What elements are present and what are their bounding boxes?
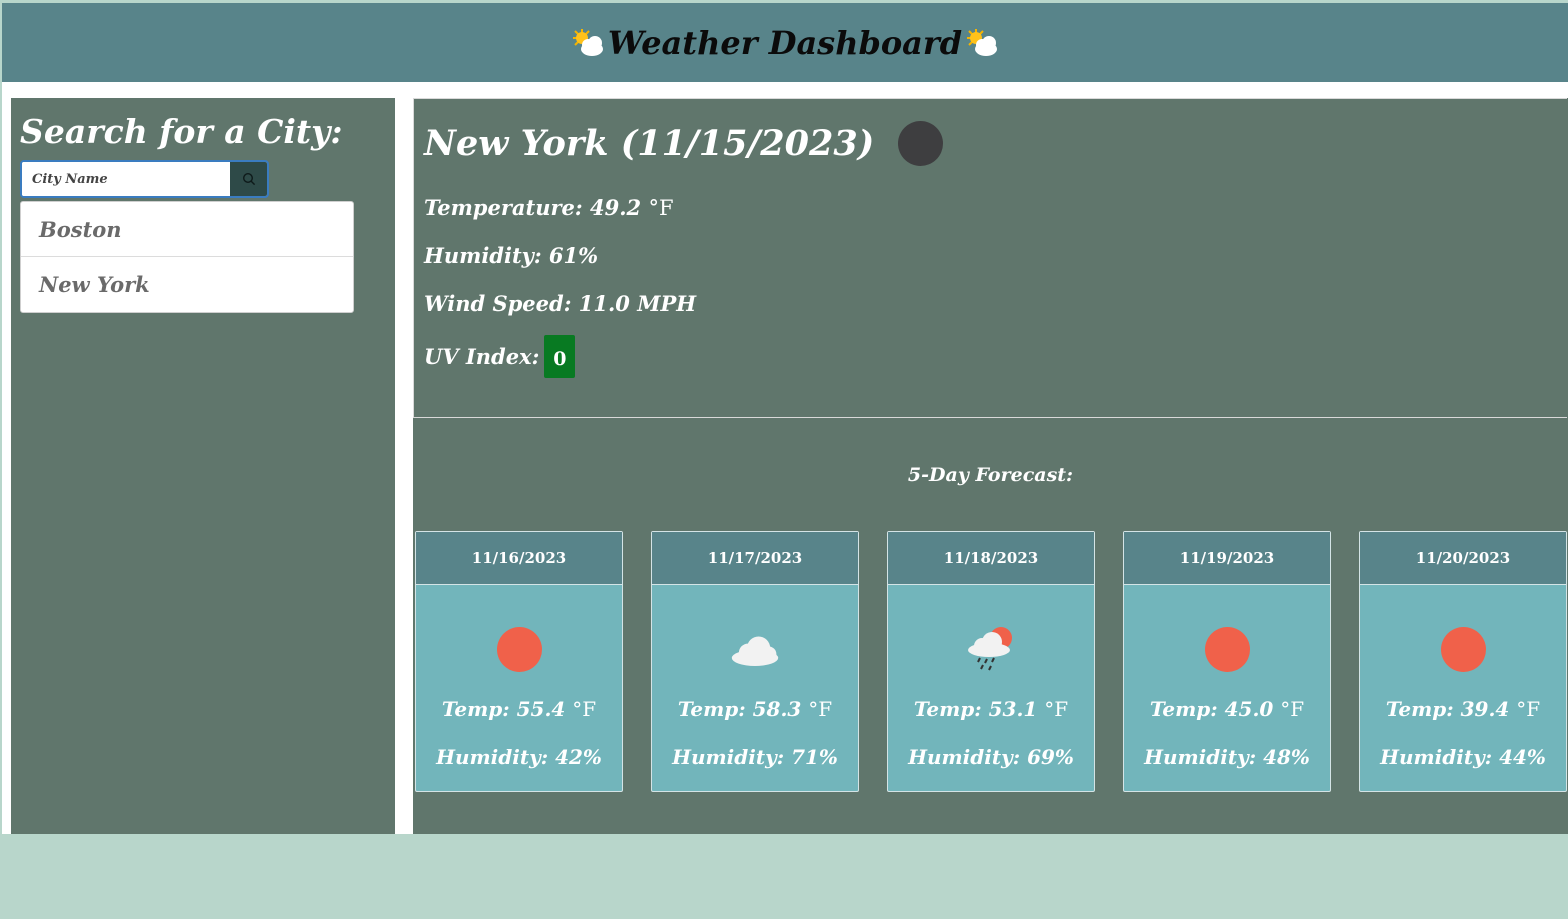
forecast-temp: Temp: 39.4 °F bbox=[1360, 697, 1566, 721]
forecast-humidity: Humidity: 69% bbox=[908, 745, 1074, 769]
current-temperature: Temperature: 49.2 °F bbox=[424, 195, 674, 220]
clear-sun-icon bbox=[494, 624, 544, 674]
forecast-temp-value: Temp: 55.4 bbox=[441, 697, 566, 721]
current-city-row: New York (11/15/2023) bbox=[424, 121, 944, 166]
history-item-new-york[interactable]: New York bbox=[21, 257, 353, 312]
forecast-card: 11/18/2023 Temp: 53.1 °F Humidity: 69% bbox=[887, 531, 1095, 792]
main-panel: New York (11/15/2023) Temperature: 49.2 … bbox=[413, 98, 1568, 834]
current-weather: New York (11/15/2023) Temperature: 49.2 … bbox=[413, 98, 1567, 418]
app-title: Weather Dashboard bbox=[570, 24, 1000, 62]
clear-sun-icon bbox=[1202, 624, 1252, 674]
forecast-temp: Temp: 55.4 °F bbox=[416, 697, 622, 721]
temp-unit: °F bbox=[1044, 697, 1069, 721]
forecast-temp: Temp: 53.1 °F bbox=[888, 697, 1094, 721]
app-title-text: Weather Dashboard bbox=[607, 23, 963, 62]
header: Weather Dashboard bbox=[2, 3, 1568, 82]
sun-behind-cloud-icon bbox=[964, 27, 1000, 59]
forecast-date: 11/18/2023 bbox=[888, 532, 1094, 585]
forecast-humidity: Humidity: 71% bbox=[672, 745, 838, 769]
clear-night-icon bbox=[898, 121, 944, 166]
clear-sun-icon bbox=[1438, 624, 1488, 674]
forecast-humidity: Humidity: 48% bbox=[1144, 745, 1310, 769]
temp-unit: °F bbox=[808, 697, 833, 721]
forecast-temp-value: Temp: 53.1 bbox=[913, 697, 1038, 721]
forecast-card: 11/20/2023 Temp: 39.4 °F Humidity: 44% bbox=[1359, 531, 1567, 792]
forecast-date: 11/16/2023 bbox=[416, 532, 622, 585]
sidebar: Search for a City: Boston New York bbox=[11, 98, 395, 834]
forecast-card: 11/16/2023 Temp: 55.4 °F Humidity: 42% bbox=[415, 531, 623, 792]
uv-index-badge: 0 bbox=[544, 335, 576, 378]
forecast-date: 11/19/2023 bbox=[1124, 532, 1330, 585]
forecast-temp: Temp: 45.0 °F bbox=[1124, 697, 1330, 721]
forecast-humidity: Humidity: 42% bbox=[436, 745, 602, 769]
forecast-title: 5-Day Forecast: bbox=[907, 464, 1074, 486]
uv-index-row: UV Index: 0 bbox=[424, 335, 576, 378]
forecast-temp-value: Temp: 58.3 bbox=[677, 697, 802, 721]
forecast-date: 11/17/2023 bbox=[652, 532, 858, 585]
search-button[interactable] bbox=[230, 162, 267, 196]
forecast-card: 11/19/2023 Temp: 45.0 °F Humidity: 48% bbox=[1123, 531, 1331, 792]
current-humidity: Humidity: 61% bbox=[424, 243, 599, 268]
city-search-input[interactable] bbox=[22, 162, 230, 196]
cloud-icon bbox=[730, 624, 780, 674]
temperature-unit: °F bbox=[648, 196, 674, 220]
forecast-temp-value: Temp: 39.4 bbox=[1385, 697, 1510, 721]
page: Weather Dashboard Search for a City: Cit… bbox=[2, 3, 1568, 834]
forecast-temp: Temp: 58.3 °F bbox=[652, 697, 858, 721]
search-history-list: Boston New York bbox=[20, 201, 354, 313]
forecast-date: 11/20/2023 bbox=[1360, 532, 1566, 585]
search-icon bbox=[242, 172, 255, 186]
temp-unit: °F bbox=[572, 697, 597, 721]
search-box bbox=[20, 160, 269, 198]
sun-behind-cloud-icon bbox=[570, 27, 606, 59]
forecast-temp-value: Temp: 45.0 bbox=[1149, 697, 1274, 721]
history-item-boston[interactable]: Boston bbox=[21, 202, 353, 257]
temp-unit: °F bbox=[1516, 697, 1541, 721]
temp-unit: °F bbox=[1280, 697, 1305, 721]
rain-cloud-sun-icon bbox=[966, 624, 1016, 674]
current-wind-speed: Wind Speed: 11.0 MPH bbox=[424, 291, 697, 316]
current-temperature-value: Temperature: 49.2 bbox=[424, 195, 642, 220]
forecast-card: 11/17/2023 Temp: 58.3 °F Humidity: 71% bbox=[651, 531, 859, 792]
search-title: Search for a City: bbox=[20, 112, 343, 151]
current-city-title: New York (11/15/2023) bbox=[424, 123, 875, 164]
uv-index-label: UV Index: bbox=[424, 344, 540, 369]
forecast-humidity: Humidity: 44% bbox=[1380, 745, 1546, 769]
